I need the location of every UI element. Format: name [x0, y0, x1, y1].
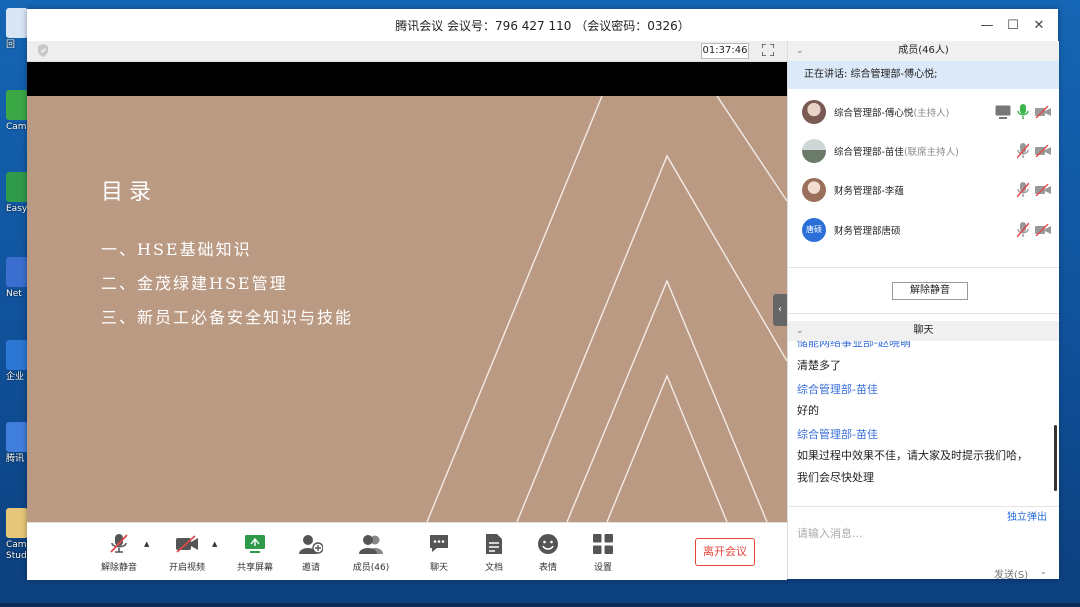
- send-button[interactable]: 发送(S): [994, 566, 1028, 581]
- divider: [788, 313, 1059, 314]
- settings-button[interactable]: 设置: [575, 533, 631, 573]
- member-row[interactable]: 唐硕 财务管理部唐硕: [788, 211, 1059, 249]
- fullscreen-icon[interactable]: [762, 44, 774, 56]
- divider: [788, 267, 1059, 268]
- avatar: [802, 100, 826, 124]
- start-video-button[interactable]: 开启视频: [159, 533, 215, 573]
- slide-item-1: 一、HSE基础知识: [101, 240, 252, 259]
- camera-off-icon: [176, 535, 198, 553]
- share-screen-button[interactable]: 共享屏幕: [227, 533, 283, 573]
- slide-title: 目录: [101, 180, 158, 205]
- mic-muted-icon: [110, 534, 128, 553]
- divider: [788, 506, 1059, 507]
- minimize-button[interactable]: —: [974, 18, 1000, 33]
- chat-scrollbar[interactable]: [1054, 425, 1057, 491]
- taskbar: [0, 603, 1080, 607]
- net-icon: [6, 257, 28, 287]
- document-icon: [486, 534, 502, 554]
- avatar: 唐硕: [802, 218, 826, 242]
- popout-chat-link[interactable]: 独立弹出: [1007, 508, 1047, 523]
- members-button[interactable]: 成员(46): [343, 533, 399, 573]
- maximize-button[interactable]: ☐: [1000, 18, 1026, 33]
- meeting-window: 腾讯会议 会议号：796 427 110 （会议密码：0326） — ☐ ✕ 0…: [27, 9, 1059, 581]
- mic-muted-icon[interactable]: [1017, 143, 1029, 159]
- member-row[interactable]: 综合管理部-苗佳(联席主持人): [788, 132, 1059, 170]
- avatar: [802, 178, 826, 202]
- chat-button[interactable]: 聊天: [411, 533, 467, 573]
- folder-icon: [6, 508, 28, 538]
- side-panel: ⌄ 成员(46人) 正在讲话: 综合管理部-傅心悦; 综合管理部-傅心悦(主持人…: [787, 41, 1059, 581]
- window-controls: — ☐ ✕: [974, 9, 1052, 41]
- chat-message: 清楚多了: [797, 359, 841, 372]
- mic-muted-icon[interactable]: [1017, 222, 1029, 238]
- screen-share-status-icon: [995, 105, 1011, 119]
- mic-muted-icon[interactable]: [1017, 182, 1029, 198]
- emoji-button[interactable]: 表情: [520, 533, 576, 573]
- camera-off-icon[interactable]: [1035, 184, 1051, 196]
- camtasia-icon: [6, 90, 28, 120]
- slide-item-3: 三、新员工必备安全知识与技能: [101, 308, 354, 327]
- video-options-caret[interactable]: ▲: [212, 540, 217, 548]
- avatar: [802, 139, 826, 163]
- meeting-timer: 01:37:46: [701, 43, 749, 59]
- invite-button[interactable]: 邀请: [283, 533, 339, 573]
- close-button[interactable]: ✕: [1026, 18, 1052, 33]
- add-user-icon: [299, 535, 323, 554]
- chevron-down-icon[interactable]: ⌄: [796, 41, 804, 61]
- camera-off-icon[interactable]: [1035, 224, 1051, 236]
- share-screen-icon: [245, 535, 265, 553]
- members-panel-header[interactable]: ⌄ 成员(46人): [788, 41, 1059, 61]
- send-options-caret[interactable]: ⌄: [1040, 567, 1047, 576]
- member-row[interactable]: 综合管理部-傅心悦(主持人): [788, 93, 1059, 131]
- audio-options-caret[interactable]: ▲: [144, 540, 149, 548]
- members-icon: [359, 535, 383, 554]
- easyconnect-icon: [6, 172, 28, 202]
- unmute-button[interactable]: 解除静音: [91, 533, 147, 573]
- chat-sender: 综合管理部-苗佳: [797, 383, 878, 396]
- member-row[interactable]: 财务管理部-李蕴: [788, 171, 1059, 209]
- chat-input[interactable]: 请输入消息...: [797, 525, 863, 541]
- emoji-icon: [538, 534, 558, 554]
- documents-button[interactable]: 文档: [466, 533, 522, 573]
- member-name: 综合管理部-傅心悦(主持人): [834, 108, 950, 119]
- chat-sender: 综合管理部-苗佳: [797, 428, 878, 441]
- chat-message: 如果过程中效果不佳，请大家及时提示我们哈，: [797, 449, 1028, 462]
- leave-meeting-button[interactable]: 离开会议: [695, 538, 755, 566]
- title-bar: 腾讯会议 会议号：796 427 110 （会议密码：0326） — ☐ ✕: [27, 9, 1058, 41]
- unmute-all-button[interactable]: 解除静音: [892, 282, 968, 300]
- chat-message: 好的: [797, 404, 819, 417]
- chat-sender: 储能网络事业部-赵晓萌: [797, 341, 911, 349]
- window-title: 腾讯会议 会议号：796 427 110 （会议密码：0326）: [395, 18, 690, 33]
- chat-messages: 储能网络事业部-赵晓萌 清楚多了 综合管理部-苗佳 好的 综合管理部-苗佳 如果…: [788, 341, 1059, 509]
- recycle-bin-icon: [6, 8, 28, 38]
- chat-message: 我们会尽快处理: [797, 471, 874, 484]
- enterprise-icon: [6, 340, 28, 370]
- camera-off-icon[interactable]: [1035, 106, 1051, 118]
- meeting-toolbar: 解除静音 ▲ 开启视频 ▲ 共享屏幕 邀请 成员(46) 聊天 文档 表情 设置…: [27, 522, 787, 580]
- shared-slide: 目录 一、HSE基础知识 二、金茂绿建HSE管理 三、新员工必备安全知识与技能: [27, 96, 787, 522]
- chat-panel-header[interactable]: ⌄ 聊天: [788, 321, 1059, 341]
- camera-off-icon[interactable]: [1035, 145, 1051, 157]
- shield-icon[interactable]: [37, 44, 49, 57]
- chat-icon: [430, 535, 448, 552]
- settings-grid-icon: [593, 534, 613, 554]
- speaking-indicator: 正在讲话: 综合管理部-傅心悦;: [788, 61, 1059, 89]
- video-top-bar: 01:37:46: [27, 41, 787, 62]
- collapse-panel-button[interactable]: ‹: [773, 294, 787, 326]
- tencent-meeting-icon: [6, 422, 28, 452]
- slide-item-2: 二、金茂绿建HSE管理: [101, 274, 288, 293]
- member-name: 综合管理部-苗佳(联席主持人): [834, 147, 959, 158]
- mic-active-icon[interactable]: [1017, 104, 1029, 120]
- member-name: 财务管理部-李蕴: [834, 186, 904, 197]
- chevron-down-icon[interactable]: ⌄: [796, 321, 804, 341]
- slide-letterbox: [27, 62, 787, 96]
- member-name: 财务管理部唐硕: [834, 226, 901, 237]
